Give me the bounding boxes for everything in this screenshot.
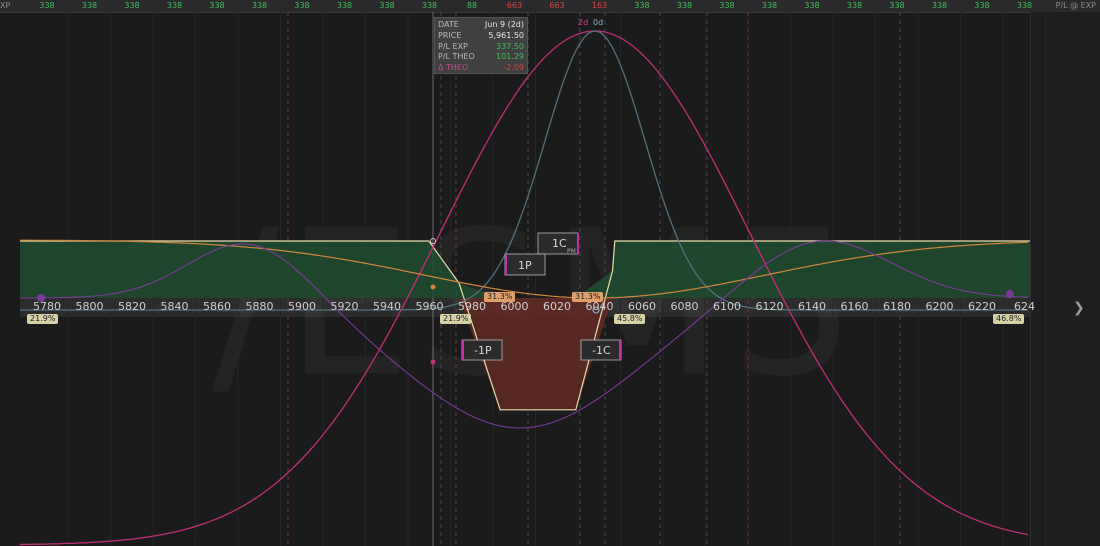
price-axis-tick-label: 5940 bbox=[373, 300, 401, 313]
price-axis-tick-label: 6180 bbox=[883, 300, 911, 313]
lower-breakeven-probability-badge: 21.9% bbox=[440, 314, 472, 324]
leg-short-call-label[interactable]: -1C bbox=[592, 344, 611, 357]
tooltip-date-label: DATE bbox=[438, 20, 459, 29]
right-theta-dot bbox=[1006, 290, 1014, 298]
legend-0d-label: 0d bbox=[593, 18, 604, 27]
price-axis-tick-label: 6100 bbox=[713, 300, 741, 313]
tooltip-pltheo-value: 101.29 bbox=[496, 52, 524, 62]
price-axis-tick-label: 6080 bbox=[670, 300, 699, 313]
tooltip-price-label: PRICE bbox=[438, 30, 462, 40]
price-axis-tick-label: 624 bbox=[1014, 300, 1035, 313]
price-axis-tick-label: 5820 bbox=[118, 300, 146, 313]
right-probability-badge: 46.8% bbox=[993, 314, 1025, 324]
cursor-marker-delta bbox=[430, 284, 436, 290]
price-axis-tick-label: 5900 bbox=[288, 300, 316, 313]
profit-loss-plot[interactable] bbox=[0, 0, 1100, 546]
left-probability-badge: 21.9% bbox=[27, 314, 59, 324]
tooltip-plexp-value: 337.50 bbox=[496, 41, 524, 51]
price-axis-tick-label: 5880 bbox=[245, 300, 274, 313]
price-axis-tick-label: 5920 bbox=[330, 300, 359, 313]
tooltip-plexp-label: P/L EXP bbox=[438, 41, 468, 51]
price-axis-tick-label: 5800 bbox=[75, 300, 104, 313]
price-axis-tick-label: 5780 bbox=[33, 300, 61, 313]
tooltip-date-value: Jun 9 (2d) bbox=[484, 20, 524, 29]
leg-short-put-label[interactable]: -1P bbox=[474, 344, 492, 357]
price-axis-tick-label: 5960 bbox=[415, 300, 444, 313]
price-axis-tick-label: 6200 bbox=[925, 300, 954, 313]
price-axis-tick-label: 6020 bbox=[543, 300, 571, 313]
loss-area bbox=[20, 298, 1030, 410]
price-axis-tick-label: 6140 bbox=[798, 300, 826, 313]
upper-strike-probability-badge: 31.3% bbox=[572, 292, 604, 302]
tooltip-theo-label: Δ THEO bbox=[438, 63, 469, 73]
price-axis-tick-label: 6060 bbox=[628, 300, 656, 313]
chevron-right-icon[interactable]: ❯ bbox=[1073, 300, 1085, 316]
price-axis-tick-label: 6220 bbox=[968, 300, 996, 313]
cursor-marker-theta bbox=[430, 359, 436, 365]
lower-strike-probability-badge: 31.3% bbox=[484, 292, 516, 302]
tooltip-pltheo-label: P/L THEO bbox=[438, 52, 475, 62]
price-axis-tick-label: 5840 bbox=[160, 300, 189, 313]
price-axis-tick-label: 6120 bbox=[755, 300, 784, 313]
risk-profile-chart[interactable]: XP 338 338 338 338 338 338 338 338 338 338 88 663 66… bbox=[0, 0, 1100, 546]
price-axis-tick-label: 5860 bbox=[203, 300, 231, 313]
upper-breakeven-probability-badge: 45.8% bbox=[614, 314, 646, 324]
tooltip-theo-value: -2.09 bbox=[503, 63, 524, 73]
price-axis-tick-label: 6160 bbox=[840, 300, 869, 313]
cursor-tooltip: DATE Jun 9 (2d) PRICE 5,961.50 P/L EXP 337.… bbox=[434, 17, 528, 74]
tooltip-price-value: 5,961.50 bbox=[488, 30, 524, 40]
leg-long-call-label[interactable]: 1C bbox=[552, 237, 567, 250]
price-axis-tick-label: 5980 bbox=[458, 300, 486, 313]
leg-long-call-sub: PM bbox=[567, 248, 576, 255]
leg-long-put-label[interactable]: 1P bbox=[518, 259, 532, 272]
legend-2d-label: 2d bbox=[578, 18, 589, 27]
